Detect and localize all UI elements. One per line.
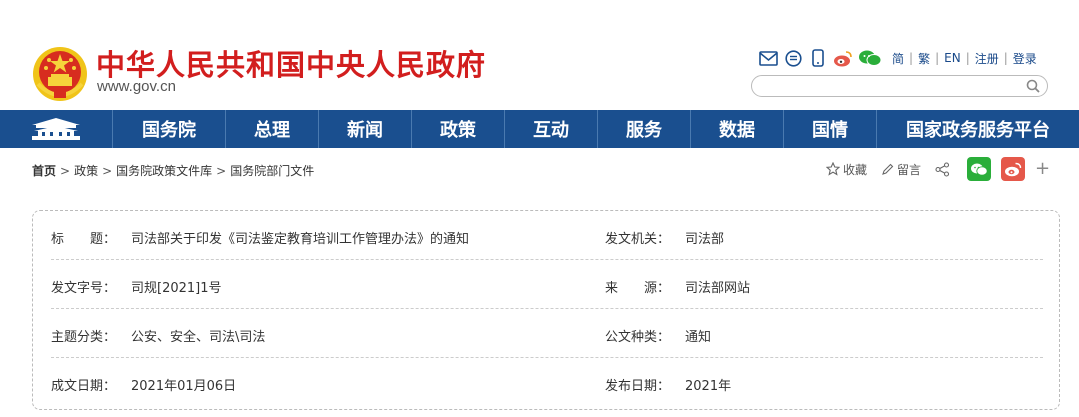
lang-simplified-link[interactable]: 简 (887, 50, 909, 67)
login-link[interactable]: 登录 (1008, 50, 1042, 67)
info-value: 司规[2021]1号 (131, 281, 222, 296)
info-value: 司法部网站 (685, 281, 751, 296)
info-value: 司法部 (685, 232, 725, 247)
breadcrumb-policy-library[interactable]: 国务院政策文件库 (116, 164, 212, 178)
favorite-button[interactable]: 收藏 (826, 161, 867, 178)
star-icon (826, 162, 840, 176)
nav-item-services[interactable]: 服务 (598, 110, 691, 148)
site-url[interactable]: www.gov.cn (97, 78, 176, 95)
chat-icon[interactable] (783, 49, 803, 67)
favorite-label: 收藏 (843, 162, 868, 177)
share-weibo-button[interactable] (1001, 157, 1026, 181)
wechat-icon (971, 163, 988, 176)
info-row-category: 主题分类： 公安、安全、司法\司法 公文种类： 通知 (51, 309, 1043, 358)
info-label: 主题分类： (51, 330, 117, 345)
nav-item-premier[interactable]: 总理 (226, 110, 319, 148)
info-row-dates: 成文日期： 2021年01月06日 发布日期： 2021年 (51, 358, 1043, 407)
info-label: 发文字号： (51, 281, 117, 296)
info-label: 成文日期： (51, 379, 117, 394)
nav-item-state-council[interactable]: 国务院 (113, 110, 226, 148)
site-header: 中华人民共和国中央人民政府 www.gov.cn 简 | 繁 | EN | 注册… (0, 0, 1079, 110)
weibo-icon[interactable] (833, 49, 853, 67)
nav-item-news[interactable]: 新闻 (319, 110, 412, 148)
comment-label: 留言 (897, 162, 922, 177)
lang-english-link[interactable]: EN (939, 51, 966, 65)
search-icon[interactable] (1025, 78, 1041, 94)
breadcrumb-policy[interactable]: 政策 (74, 164, 98, 178)
mail-icon[interactable] (758, 49, 778, 67)
lang-traditional-link[interactable]: 繁 (913, 50, 935, 67)
nav-item-gov-service-platform[interactable]: 国家政务服务平台 (877, 110, 1079, 148)
info-value: 公安、安全、司法\司法 (131, 330, 266, 345)
tiananmen-icon (32, 118, 80, 140)
document-info-box: 标 题： 司法部关于印发《司法鉴定教育培训工作管理办法》的通知 发文机关： 司法… (32, 210, 1060, 410)
pencil-icon (882, 163, 894, 175)
top-links: 简 | 繁 | EN | 注册 | 登录 (758, 48, 1042, 68)
info-label: 公文种类： (605, 330, 671, 345)
info-value: 2021年 (685, 379, 732, 394)
main-nav: 国务院 总理 新闻 政策 互动 服务 数据 国情 国家政务服务平台 (0, 110, 1079, 148)
info-row-title: 标 题： 司法部关于印发《司法鉴定教育培训工作管理办法》的通知 发文机关： 司法… (51, 211, 1043, 260)
info-value: 司法部关于印发《司法鉴定教育培训工作管理办法》的通知 (131, 232, 470, 247)
wechat-icon[interactable] (858, 49, 882, 67)
more-share-icon[interactable]: + (1035, 160, 1050, 178)
info-value: 通知 (685, 330, 712, 345)
info-label: 标 题： (51, 232, 117, 247)
info-label: 发布日期： (605, 379, 671, 394)
mobile-icon[interactable] (808, 49, 828, 67)
info-row-doc-number: 发文字号： 司规[2021]1号 来 源： 司法部网站 (51, 260, 1043, 309)
nav-item-interaction[interactable]: 互动 (505, 110, 598, 148)
register-link[interactable]: 注册 (970, 50, 1004, 67)
info-label: 发文机关： (605, 232, 671, 247)
info-label: 来 源： (605, 281, 671, 296)
info-value: 2021年01月06日 (131, 379, 237, 394)
nav-item-national-info[interactable]: 国情 (784, 110, 877, 148)
share-wechat-button[interactable] (967, 157, 992, 181)
comment-button[interactable]: 留言 (881, 161, 921, 178)
weibo-icon (1005, 162, 1022, 176)
nav-home[interactable] (0, 110, 113, 148)
share-icon (935, 161, 950, 177)
breadcrumb-dept-documents[interactable]: 国务院部门文件 (230, 164, 314, 178)
share-tools: 收藏 留言 + (826, 156, 1050, 182)
national-emblem-icon[interactable] (32, 44, 88, 104)
nav-item-data[interactable]: 数据 (691, 110, 784, 148)
nav-item-policy[interactable]: 政策 (412, 110, 505, 148)
breadcrumb: 首页 > 政策 > 国务院政策文件库 > 国务院部门文件 (32, 164, 315, 178)
share-button[interactable] (935, 161, 953, 177)
search-input[interactable] (762, 77, 1022, 97)
search-box (751, 75, 1048, 97)
breadcrumb-home[interactable]: 首页 (32, 164, 56, 178)
